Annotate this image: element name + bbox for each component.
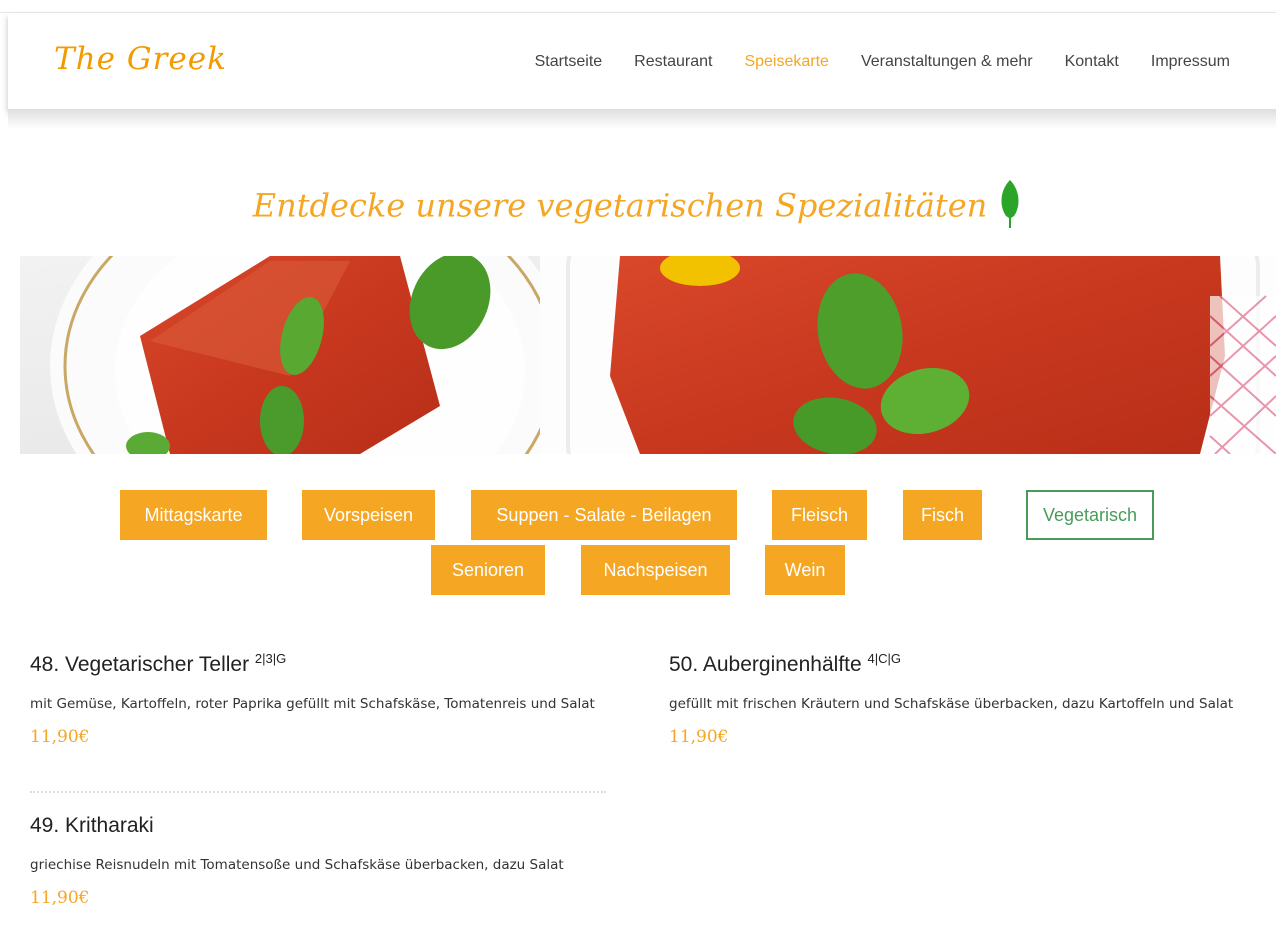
dish-title: 50. Auberginenhälfte 4|C|G [669, 651, 1239, 677]
tab-vegetarisch[interactable]: Vegetarisch [1026, 490, 1154, 540]
tab-suppen-salate-beilagen[interactable]: Suppen - Salate - Beilagen [471, 490, 737, 540]
tab-vorspeisen[interactable]: Vorspeisen [302, 490, 435, 540]
allergen-codes: 4|C|G [867, 651, 901, 666]
site-header: The Greek Startseite Restaurant Speiseka… [8, 13, 1276, 109]
nav-impressum[interactable]: Impressum [1151, 53, 1230, 71]
leaf-icon [997, 178, 1023, 238]
dish-name: 49. Kritharaki [30, 814, 154, 837]
dish-item: 50. Auberginenhälfte 4|C|G gefüllt mit f… [669, 651, 1239, 747]
tab-mittagskarte[interactable]: Mittagskarte [120, 490, 267, 540]
dish-title: 48. Vegetarischer Teller 2|3|G [30, 651, 620, 677]
tab-wein[interactable]: Wein [765, 545, 845, 595]
dish-price: 11,90€ [669, 727, 729, 747]
page-tagline: Entdecke unsere vegetarischen Spezialitä… [0, 178, 1276, 238]
nav-startseite[interactable]: Startseite [535, 53, 603, 71]
dish-name: 48. Vegetarischer Teller [30, 653, 250, 676]
tab-fisch[interactable]: Fisch [903, 490, 982, 540]
main-nav: Startseite Restaurant Speisekarte Verans… [535, 53, 1230, 71]
dish-description: griechise Reisnudeln mit Tomatensoße und… [30, 857, 564, 873]
nav-restaurant[interactable]: Restaurant [634, 53, 712, 71]
dish-description: gefüllt mit frischen Kräutern und Schafs… [669, 696, 1234, 712]
allergen-codes: 2|3|G [254, 651, 287, 666]
tagline-text: Entdecke unsere vegetarischen Spezialitä… [252, 186, 988, 225]
dish-title: 49. Kritharaki [30, 814, 620, 838]
hero-banner-image [20, 256, 1276, 454]
tab-fleisch[interactable]: Fleisch [772, 490, 867, 540]
dish-price: 11,90€ [30, 888, 90, 908]
nav-veranstaltungen[interactable]: Veranstaltungen & mehr [861, 53, 1033, 71]
dish-price: 11,90€ [30, 727, 90, 747]
header-shadow [8, 109, 1276, 129]
tab-nachspeisen[interactable]: Nachspeisen [581, 545, 730, 595]
nav-kontakt[interactable]: Kontakt [1065, 53, 1119, 71]
dish-item: 49. Kritharaki griechise Reisnudeln mit … [30, 814, 620, 908]
dish-name: 50. Auberginenhälfte [669, 653, 862, 676]
site-logo[interactable]: The Greek [54, 41, 227, 77]
dish-divider [30, 791, 606, 793]
dish-item: 48. Vegetarischer Teller 2|3|G mit Gemüs… [30, 651, 620, 747]
dish-description: mit Gemüse, Kartoffeln, roter Paprika ge… [30, 696, 595, 712]
nav-speisekarte[interactable]: Speisekarte [744, 53, 829, 71]
tab-senioren[interactable]: Senioren [431, 545, 545, 595]
